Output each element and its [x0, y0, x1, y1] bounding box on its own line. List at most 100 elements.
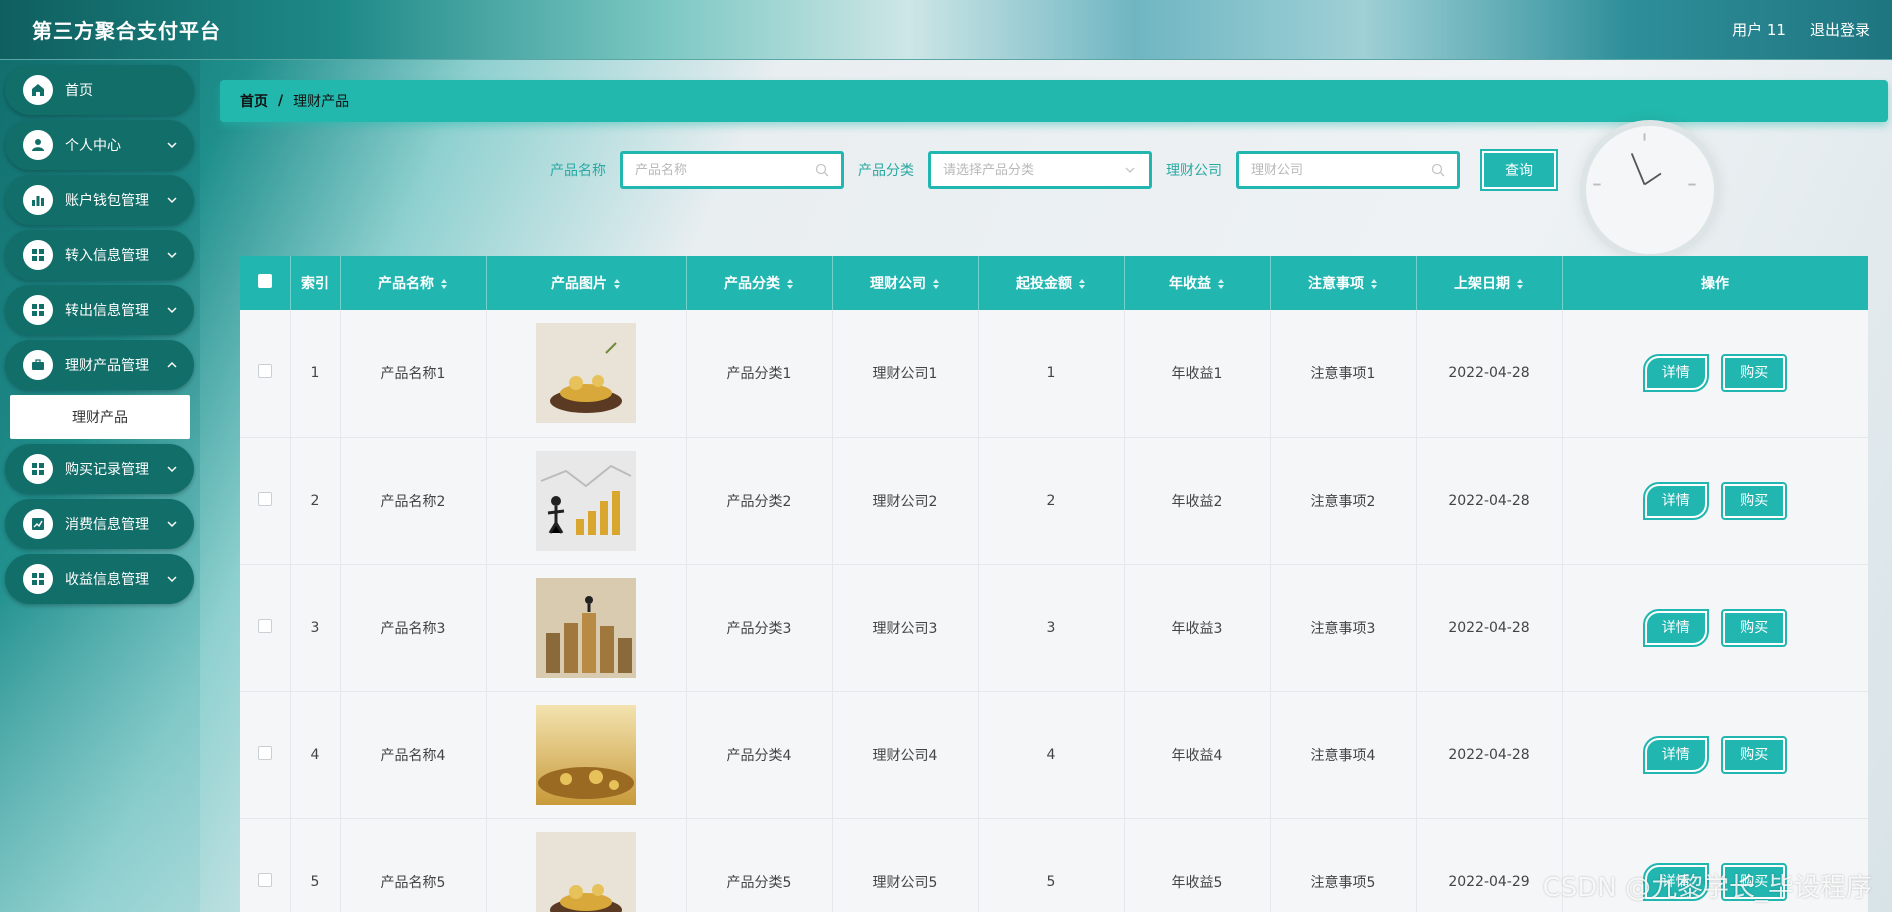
- sidebar-item-label: 个人中心: [65, 138, 121, 154]
- row-select-cell[interactable]: [240, 437, 291, 565]
- product-name-field[interactable]: [620, 151, 844, 189]
- sort-icon[interactable]: [613, 278, 621, 290]
- row-select-cell[interactable]: [240, 818, 291, 912]
- product-image: [536, 323, 636, 424]
- cell-notes: 注意事项4: [1270, 691, 1417, 819]
- cell-index: 5: [290, 818, 341, 912]
- product-category-input[interactable]: [943, 162, 1123, 178]
- cell-category: 产品分类2: [686, 437, 833, 565]
- table-row: 2 产品名称2 产品分类2 理财公司2 2 年收益2 注意事项2 2022-04…: [240, 437, 1868, 565]
- cell-company: 理财公司5: [832, 818, 979, 912]
- row-checkbox[interactable]: [257, 872, 272, 887]
- column-header: 索引: [290, 256, 341, 310]
- cell-amount: 2: [978, 437, 1125, 565]
- column-header[interactable]: 上架日期: [1416, 256, 1563, 310]
- sidebar-item-purchases[interactable]: 购买记录管理: [5, 444, 194, 494]
- cell-image: [486, 310, 687, 438]
- sidebar-item-wallet[interactable]: 账户钱包管理: [5, 175, 194, 225]
- sidebar-item-transfer-in[interactable]: 转入信息管理: [5, 230, 194, 280]
- sort-icon[interactable]: [786, 278, 794, 290]
- detail-button[interactable]: 详情: [1642, 735, 1709, 774]
- cell-amount: 3: [978, 564, 1125, 692]
- company-input[interactable]: [1251, 162, 1431, 178]
- buy-button[interactable]: 购买: [1721, 354, 1788, 393]
- buy-button[interactable]: 购买: [1721, 608, 1788, 647]
- sort-icon[interactable]: [1370, 278, 1378, 290]
- row-checkbox[interactable]: [257, 618, 272, 633]
- chevron-down-icon: [167, 307, 177, 314]
- cell-index: 3: [290, 564, 341, 692]
- sort-icon[interactable]: [932, 278, 940, 290]
- row-checkbox[interactable]: [257, 491, 272, 506]
- cell-yield: 年收益5: [1124, 818, 1271, 912]
- column-header[interactable]: 注意事项: [1270, 256, 1417, 310]
- sidebar-item-transfer-out[interactable]: 转出信息管理: [5, 285, 194, 335]
- buy-button[interactable]: 购买: [1721, 735, 1788, 774]
- select-all-checkbox[interactable]: [257, 274, 272, 288]
- sidebar-item-consumption[interactable]: 消费信息管理: [5, 499, 194, 549]
- cell-yield: 年收益4: [1124, 691, 1271, 819]
- watermark: CSDN @九黎学长_毕设程序: [1542, 873, 1872, 903]
- cell-yield: 年收益2: [1124, 437, 1271, 565]
- cell-actions: 详情 购买: [1562, 310, 1868, 438]
- row-select-cell[interactable]: [240, 564, 291, 692]
- column-header[interactable]: 产品分类: [686, 256, 833, 310]
- cell-name: 产品名称5: [340, 818, 487, 912]
- search-icon: [1431, 163, 1445, 177]
- detail-button[interactable]: 详情: [1642, 481, 1709, 520]
- row-select-cell[interactable]: [240, 691, 291, 819]
- sidebar-item-products[interactable]: 理财产品管理: [5, 340, 194, 390]
- sort-icon[interactable]: [1078, 278, 1086, 290]
- trend-icon: [23, 509, 53, 539]
- detail-button[interactable]: 详情: [1642, 608, 1709, 647]
- column-header[interactable]: 年收益: [1124, 256, 1271, 310]
- sort-icon[interactable]: [440, 278, 448, 290]
- product-category-label: 产品分类: [858, 163, 914, 179]
- cell-yield: 年收益3: [1124, 564, 1271, 692]
- company-field[interactable]: [1236, 151, 1460, 189]
- row-checkbox[interactable]: [257, 364, 272, 379]
- row-select-cell[interactable]: [240, 310, 291, 438]
- cell-company: 理财公司2: [832, 437, 979, 565]
- cell-company: 理财公司4: [832, 691, 979, 819]
- column-header[interactable]: 产品图片: [486, 256, 687, 310]
- detail-button[interactable]: 详情: [1642, 354, 1709, 393]
- cell-company: 理财公司1: [832, 310, 979, 438]
- column-header[interactable]: 理财公司: [832, 256, 979, 310]
- breadcrumb-home[interactable]: 首页: [240, 91, 268, 111]
- row-checkbox[interactable]: [257, 745, 272, 760]
- sort-icon[interactable]: [1516, 278, 1524, 290]
- product-name-input[interactable]: [635, 162, 815, 178]
- cell-yield: 年收益1: [1124, 310, 1271, 438]
- breadcrumb-current: 理财产品: [293, 94, 350, 110]
- chevron-down-icon: [167, 576, 177, 583]
- column-header[interactable]: 起投金额: [978, 256, 1125, 310]
- chevron-down-icon: [167, 521, 177, 528]
- cell-index: 4: [290, 691, 341, 819]
- logout-link[interactable]: 退出登录: [1810, 19, 1870, 40]
- cell-image: [486, 564, 687, 692]
- column-header-label: 产品图片: [551, 276, 607, 292]
- sidebar: 首页 个人中心 账户钱包管理 转入信息管理 转出信息管理 理财产品管理 理财产品…: [0, 60, 200, 912]
- sidebar-item-label: 理财产品管理: [65, 358, 149, 374]
- product-category-select[interactable]: [928, 151, 1152, 189]
- table-row: 1 产品名称1 产品分类1 理财公司1 1 年收益1 注意事项1 2022-04…: [240, 310, 1868, 438]
- sidebar-item-home[interactable]: 首页: [5, 65, 194, 115]
- select-all-cell[interactable]: [240, 256, 291, 310]
- user-name[interactable]: 用户 11: [1732, 19, 1786, 40]
- cell-image: [486, 691, 687, 819]
- cell-category: 产品分类5: [686, 818, 833, 912]
- cell-notes: 注意事项3: [1270, 564, 1417, 692]
- buy-button[interactable]: 购买: [1721, 481, 1788, 520]
- product-name-label: 产品名称: [550, 163, 606, 179]
- query-button[interactable]: 查询: [1480, 149, 1558, 191]
- sidebar-item-label: 消费信息管理: [65, 517, 149, 533]
- sidebar-subitem-products[interactable]: 理财产品: [10, 395, 190, 439]
- column-header[interactable]: 产品名称: [340, 256, 487, 310]
- sidebar-item-income[interactable]: 收益信息管理: [5, 554, 194, 604]
- cell-image: [486, 437, 687, 565]
- sort-icon[interactable]: [1217, 278, 1225, 290]
- sidebar-item-label: 购买记录管理: [65, 462, 149, 478]
- sidebar-item-personal[interactable]: 个人中心: [5, 120, 194, 170]
- product-image: [536, 704, 636, 805]
